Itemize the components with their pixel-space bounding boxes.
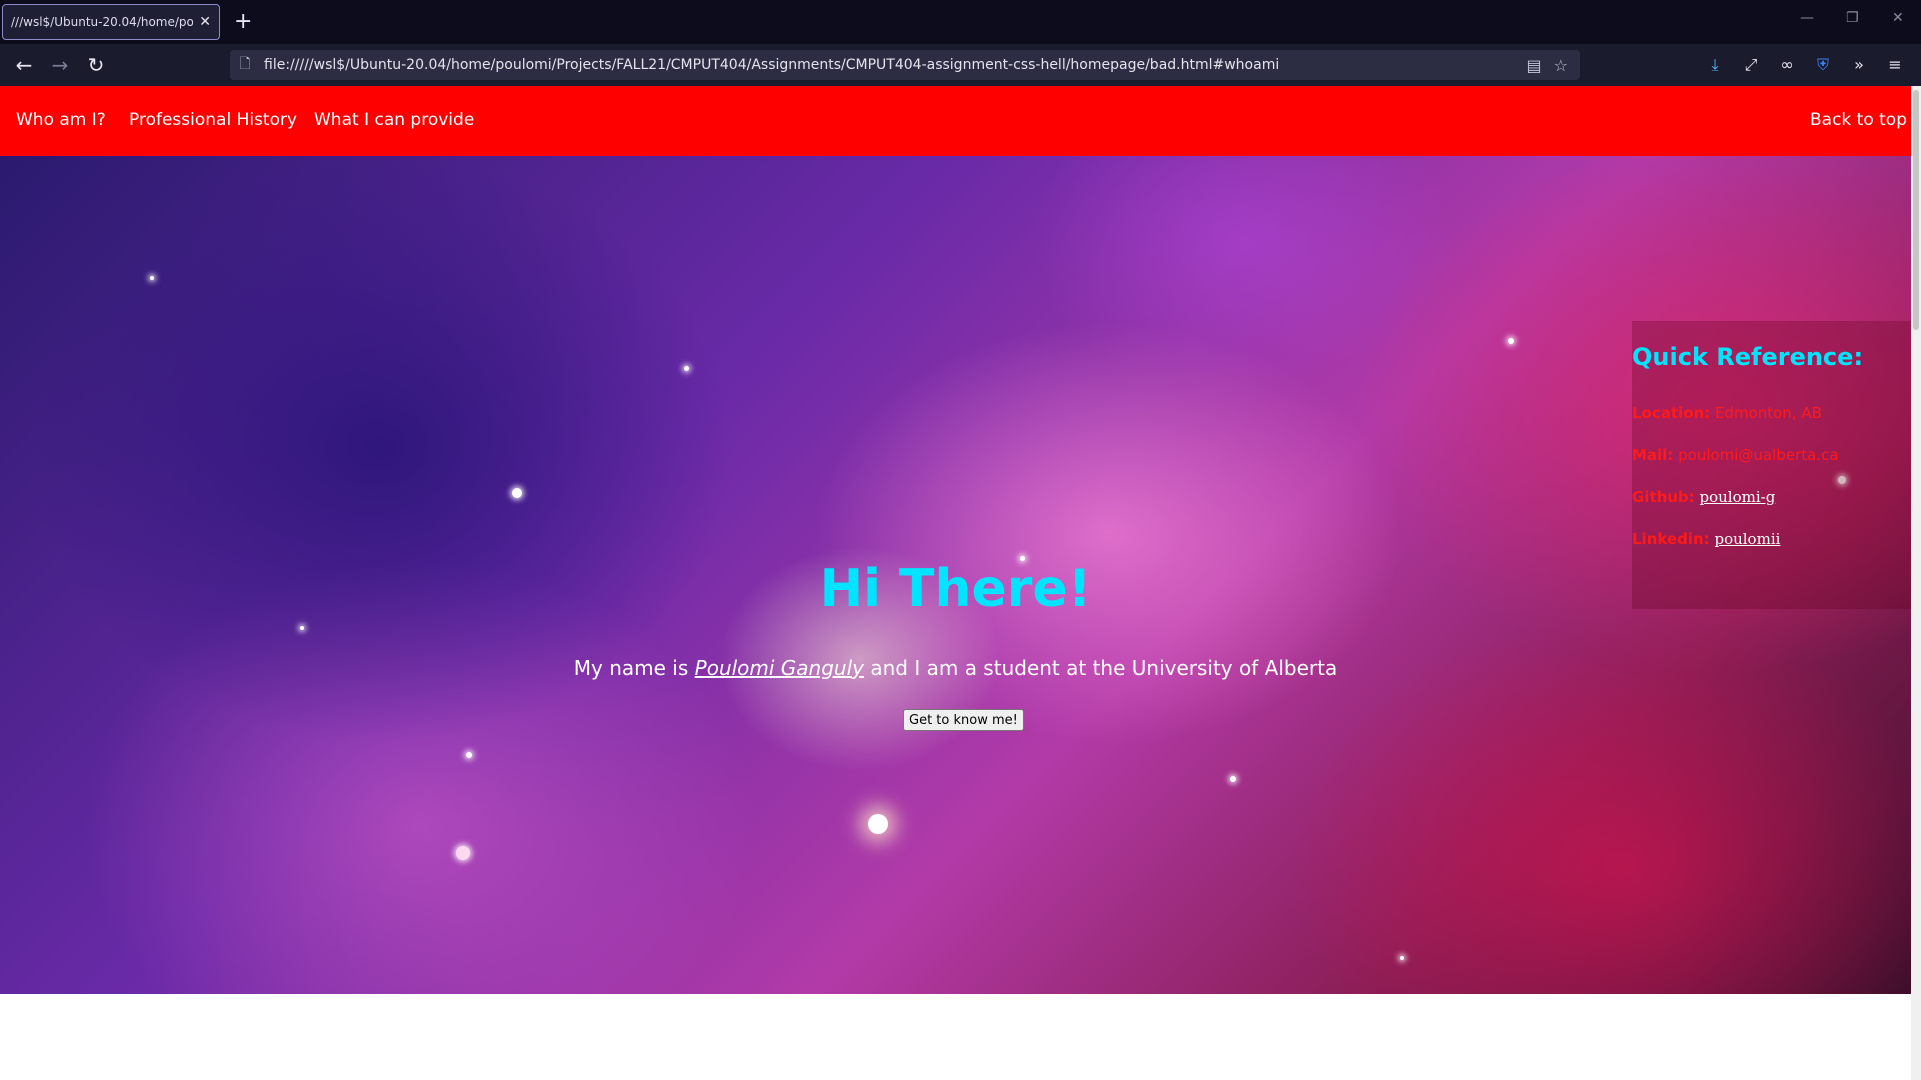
quick-reference-panel: Quick Reference: Location: Edmonton, AB … (1632, 321, 1911, 609)
site-nav: Who am I? Professional History What I ca… (0, 86, 1911, 156)
mail-value: poulomi@ualberta.ca (1678, 446, 1839, 464)
nav-who-am-i[interactable]: Who am I? (16, 110, 106, 130)
forward-arrow-icon[interactable]: → (46, 52, 74, 78)
fullscreen-icon[interactable]: ⤢ (1738, 53, 1764, 77)
close-icon[interactable]: ✕ (199, 14, 211, 30)
github-link[interactable]: poulomi-g (1700, 488, 1776, 506)
tab-title: ///wsl$/Ubuntu-20.04/home/poulomi (11, 15, 194, 29)
linkedin-link[interactable]: poulomii (1714, 530, 1780, 548)
star (1230, 776, 1236, 782)
location-row: Location: Edmonton, AB (1632, 404, 1822, 422)
hero-intro: My name is Poulomi Ganguly and I am a st… (0, 656, 1911, 680)
star (1400, 956, 1404, 960)
hero-title: Hi There! (819, 559, 1092, 619)
nav-what-i-can-provide[interactable]: What I can provide (314, 110, 474, 130)
url-text[interactable]: file://///wsl$/Ubuntu-20.04/home/poulomi… (260, 57, 1527, 73)
plus-icon[interactable]: + (234, 7, 252, 37)
download-icon[interactable]: ⤓ (1702, 53, 1728, 77)
page-viewport: Who am I? Professional History What I ca… (0, 86, 1911, 1080)
browser-tab-bar: ///wsl$/Ubuntu-20.04/home/poulomi ✕ + — … (0, 0, 1921, 44)
location-label: Location: (1632, 404, 1711, 422)
star (466, 752, 472, 758)
intro-suffix: and I am a student at the University of … (864, 656, 1338, 680)
browser-tab[interactable]: ///wsl$/Ubuntu-20.04/home/poulomi ✕ (2, 4, 220, 40)
linkedin-label: Linkedin: (1632, 530, 1710, 548)
name-link[interactable]: Poulomi Ganguly (695, 656, 864, 680)
quick-reference-title: Quick Reference: (1632, 343, 1864, 371)
nav-professional-history[interactable]: Professional History (129, 110, 297, 130)
menu-icon[interactable]: ≡ (1882, 53, 1908, 77)
star (150, 276, 154, 280)
page-scrollbar[interactable] (1911, 86, 1921, 1080)
star (1508, 338, 1514, 344)
back-arrow-icon[interactable]: ← (10, 52, 38, 78)
hero-section: Hi There! My name is Poulomi Ganguly and… (0, 156, 1911, 994)
reload-icon[interactable]: ↻ (82, 52, 110, 78)
mail-row: Mail: poulomi@ualberta.ca (1632, 446, 1839, 464)
star (868, 814, 888, 834)
page-icon: 🗋 (239, 56, 251, 72)
mask-icon[interactable]: ∞ (1774, 53, 1800, 77)
browser-toolbar: ← → ↻ 🗋 file://///wsl$/Ubuntu-20.04/home… (0, 44, 1921, 87)
chevrons-icon[interactable]: » (1846, 53, 1872, 77)
star (512, 488, 522, 498)
linkedin-row: Linkedin: poulomii (1632, 530, 1780, 548)
restore-icon[interactable]: ❐ (1846, 10, 1859, 26)
close-window-icon[interactable]: ✕ (1892, 10, 1904, 26)
location-value: Edmonton, AB (1714, 404, 1822, 422)
intro-prefix: My name is (573, 656, 695, 680)
get-to-know-me-button[interactable]: Get to know me! (903, 709, 1024, 731)
reader-view-icon[interactable]: ▤ (1527, 56, 1542, 75)
bookmark-star-icon[interactable]: ☆ (1554, 56, 1568, 75)
star (684, 366, 689, 371)
url-bar[interactable]: 🗋 file://///wsl$/Ubuntu-20.04/home/poulo… (230, 50, 1580, 80)
star (456, 846, 470, 860)
scrollbar-thumb[interactable] (1913, 90, 1919, 330)
star (300, 626, 304, 630)
shield-icon[interactable]: ⛨ (1810, 53, 1836, 77)
nav-back-to-top[interactable]: Back to top (1810, 110, 1907, 130)
mail-label: Mail: (1632, 446, 1674, 464)
minimize-icon[interactable]: — (1800, 10, 1814, 26)
github-row: Github: poulomi-g (1632, 488, 1775, 506)
github-label: Github: (1632, 488, 1695, 506)
